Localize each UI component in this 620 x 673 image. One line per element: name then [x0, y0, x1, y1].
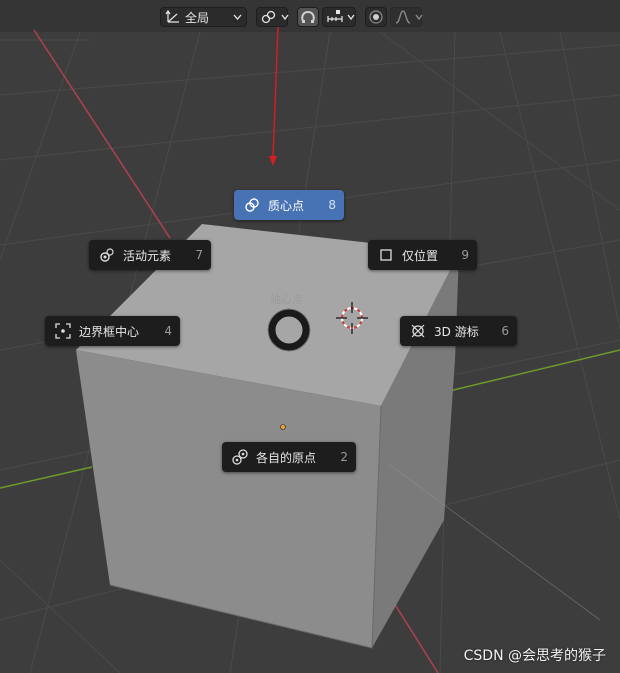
transform-orientation-value: 全局	[185, 10, 210, 25]
origin-dot	[280, 424, 286, 430]
individual-origins-icon	[231, 448, 249, 466]
pie-item-hotkey: 4	[164, 324, 172, 338]
3d-cursor-icon	[409, 322, 427, 340]
pie-item-only-location[interactable]: 仅位置 9	[368, 240, 477, 270]
active-element-icon	[98, 246, 116, 264]
viewport-toolbar: 全局	[160, 5, 423, 29]
chevron-down-icon	[415, 14, 423, 20]
pie-item-label: 仅位置	[402, 248, 439, 263]
snap-increment-icon	[327, 10, 343, 24]
pie-item-label: 各自的原点	[256, 450, 317, 465]
falloff-dropdown[interactable]	[390, 7, 423, 27]
transform-orientation-icon	[165, 10, 181, 24]
pie-item-label: 质心点	[268, 198, 305, 213]
chevron-down-icon	[233, 14, 242, 20]
pie-item-hotkey: 6	[501, 324, 509, 338]
pie-item-label: 活动元素	[123, 248, 172, 263]
pie-menu-title: 轴心点	[270, 293, 303, 306]
pie-item-individual-origins[interactable]: 各自的原点 2	[222, 442, 356, 472]
chevron-down-icon	[281, 14, 289, 20]
pie-item-hotkey: 7	[195, 248, 203, 262]
transform-orientation-dropdown[interactable]: 全局	[160, 7, 247, 27]
bounding-box-center-icon	[54, 322, 72, 340]
checkbox-icon	[377, 246, 395, 264]
snap-magnet-icon	[300, 9, 316, 25]
pie-item-3d-cursor[interactable]: 3D 游标 6	[400, 316, 517, 346]
proportional-edit-toggle[interactable]	[365, 7, 387, 27]
median-point-icon	[243, 196, 261, 214]
falloff-curve-icon	[395, 10, 411, 24]
snap-toggle[interactable]	[297, 7, 319, 27]
pivot-point-icon	[261, 10, 277, 24]
pie-item-active-element[interactable]: 活动元素 7	[89, 240, 211, 270]
watermark: CSDN @会思考的猴子	[463, 648, 606, 664]
pie-item-hotkey: 8	[328, 198, 336, 212]
pie-item-bounding-box-center[interactable]: 边界框中心 4	[45, 316, 180, 346]
pie-item-median-point[interactable]: 质心点 8	[234, 190, 344, 220]
pivot-point-dropdown[interactable]	[256, 7, 289, 27]
chevron-down-icon	[347, 14, 355, 20]
pie-item-label: 3D 游标	[434, 324, 479, 339]
proportional-edit-icon	[368, 9, 384, 25]
pie-item-hotkey: 2	[340, 450, 348, 464]
pie-item-label: 边界框中心	[79, 324, 140, 339]
pie-item-hotkey: 9	[461, 248, 469, 262]
snap-target-dropdown[interactable]	[322, 7, 356, 27]
